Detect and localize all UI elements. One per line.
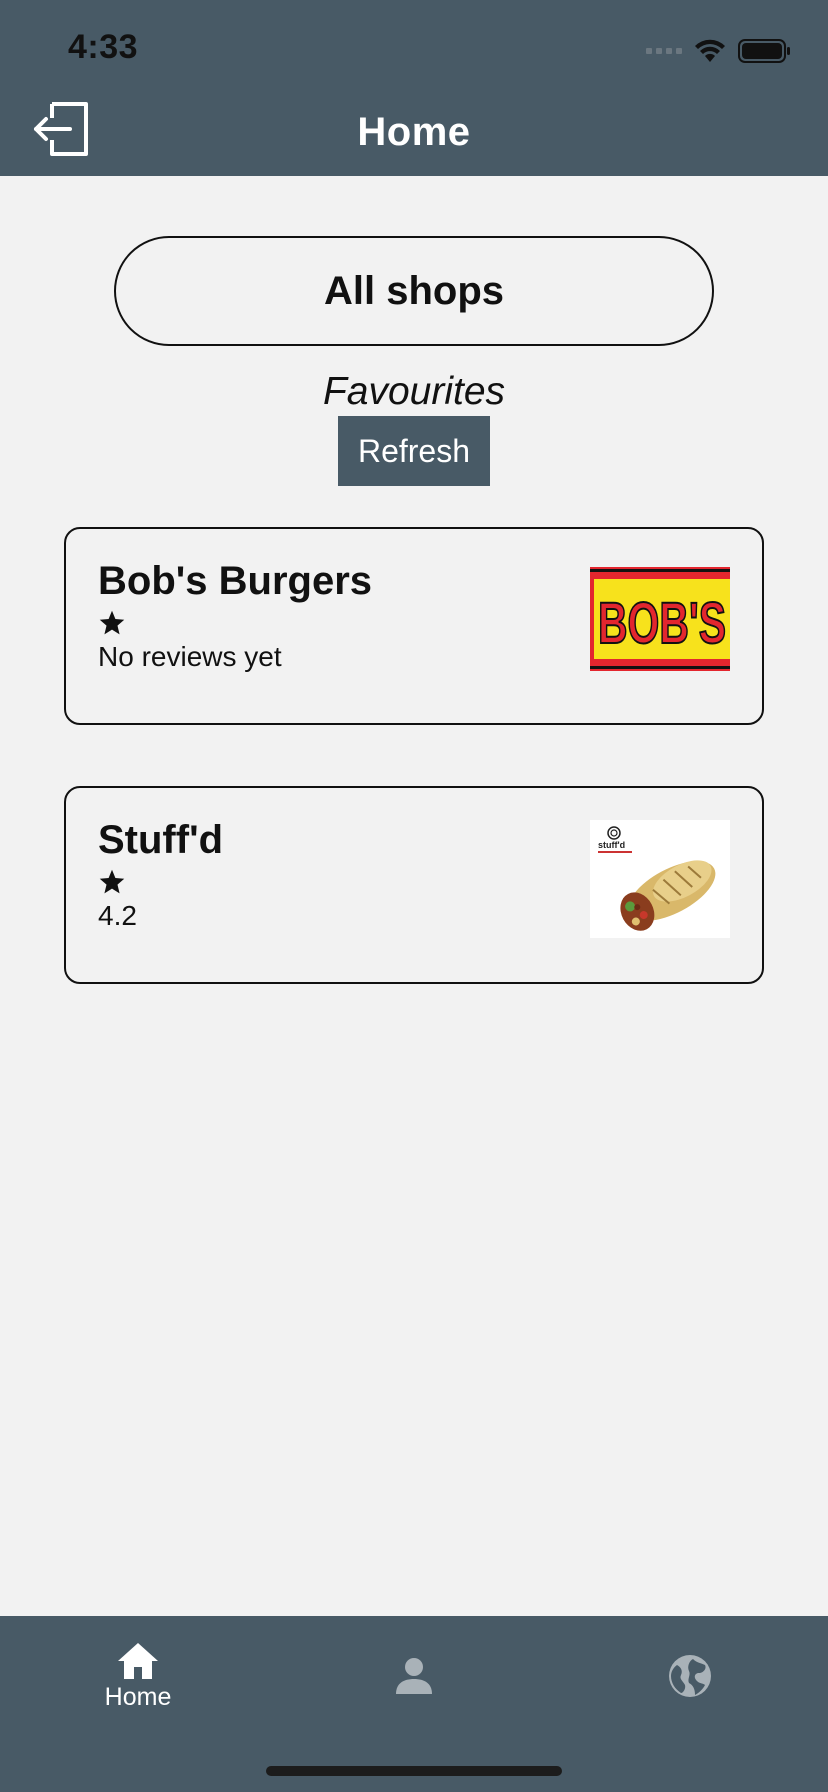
shop-logo-image: BOB'S: [590, 567, 730, 671]
favourites-heading: Favourites: [322, 370, 506, 413]
app-header: 4:33 Home: [0, 0, 828, 176]
logo-text: BOB'S: [598, 591, 726, 656]
wifi-icon: [695, 39, 725, 62]
shop-rating: No reviews yet: [98, 641, 282, 672]
profile-icon: [396, 1658, 432, 1694]
battery-icon: [738, 39, 790, 63]
shop-card-stuffd[interactable]: Stuff'd 4.2 stuff'd: [64, 786, 764, 984]
logo-text: stuff'd: [598, 840, 625, 850]
shop-logo-image: stuff'd: [590, 820, 730, 938]
tab-home[interactable]: Home: [0, 1616, 276, 1736]
cellular-signal-icon: [646, 48, 682, 54]
all-shops-button[interactable]: All shops: [114, 236, 714, 346]
shop-rating: 4.2: [98, 900, 137, 931]
tab-explore[interactable]: [552, 1616, 828, 1736]
status-time: 4:33: [68, 28, 139, 66]
globe-icon: [669, 1655, 711, 1697]
home-icon: [118, 1642, 158, 1679]
shop-name: Bob's Burgers: [98, 559, 373, 603]
tab-home-label: Home: [104, 1682, 172, 1711]
shop-card-bobs-burgers[interactable]: Bob's Burgers No reviews yet BOB'S: [64, 527, 764, 725]
status-icons: [646, 36, 792, 66]
shop-name: Stuff'd: [98, 818, 224, 862]
page-title: Home: [357, 110, 471, 154]
home-indicator: [266, 1766, 562, 1776]
star-icon: [99, 610, 125, 635]
tab-profile[interactable]: [276, 1616, 552, 1736]
star-icon: [99, 869, 125, 894]
refresh-button[interactable]: Refresh: [338, 416, 490, 486]
